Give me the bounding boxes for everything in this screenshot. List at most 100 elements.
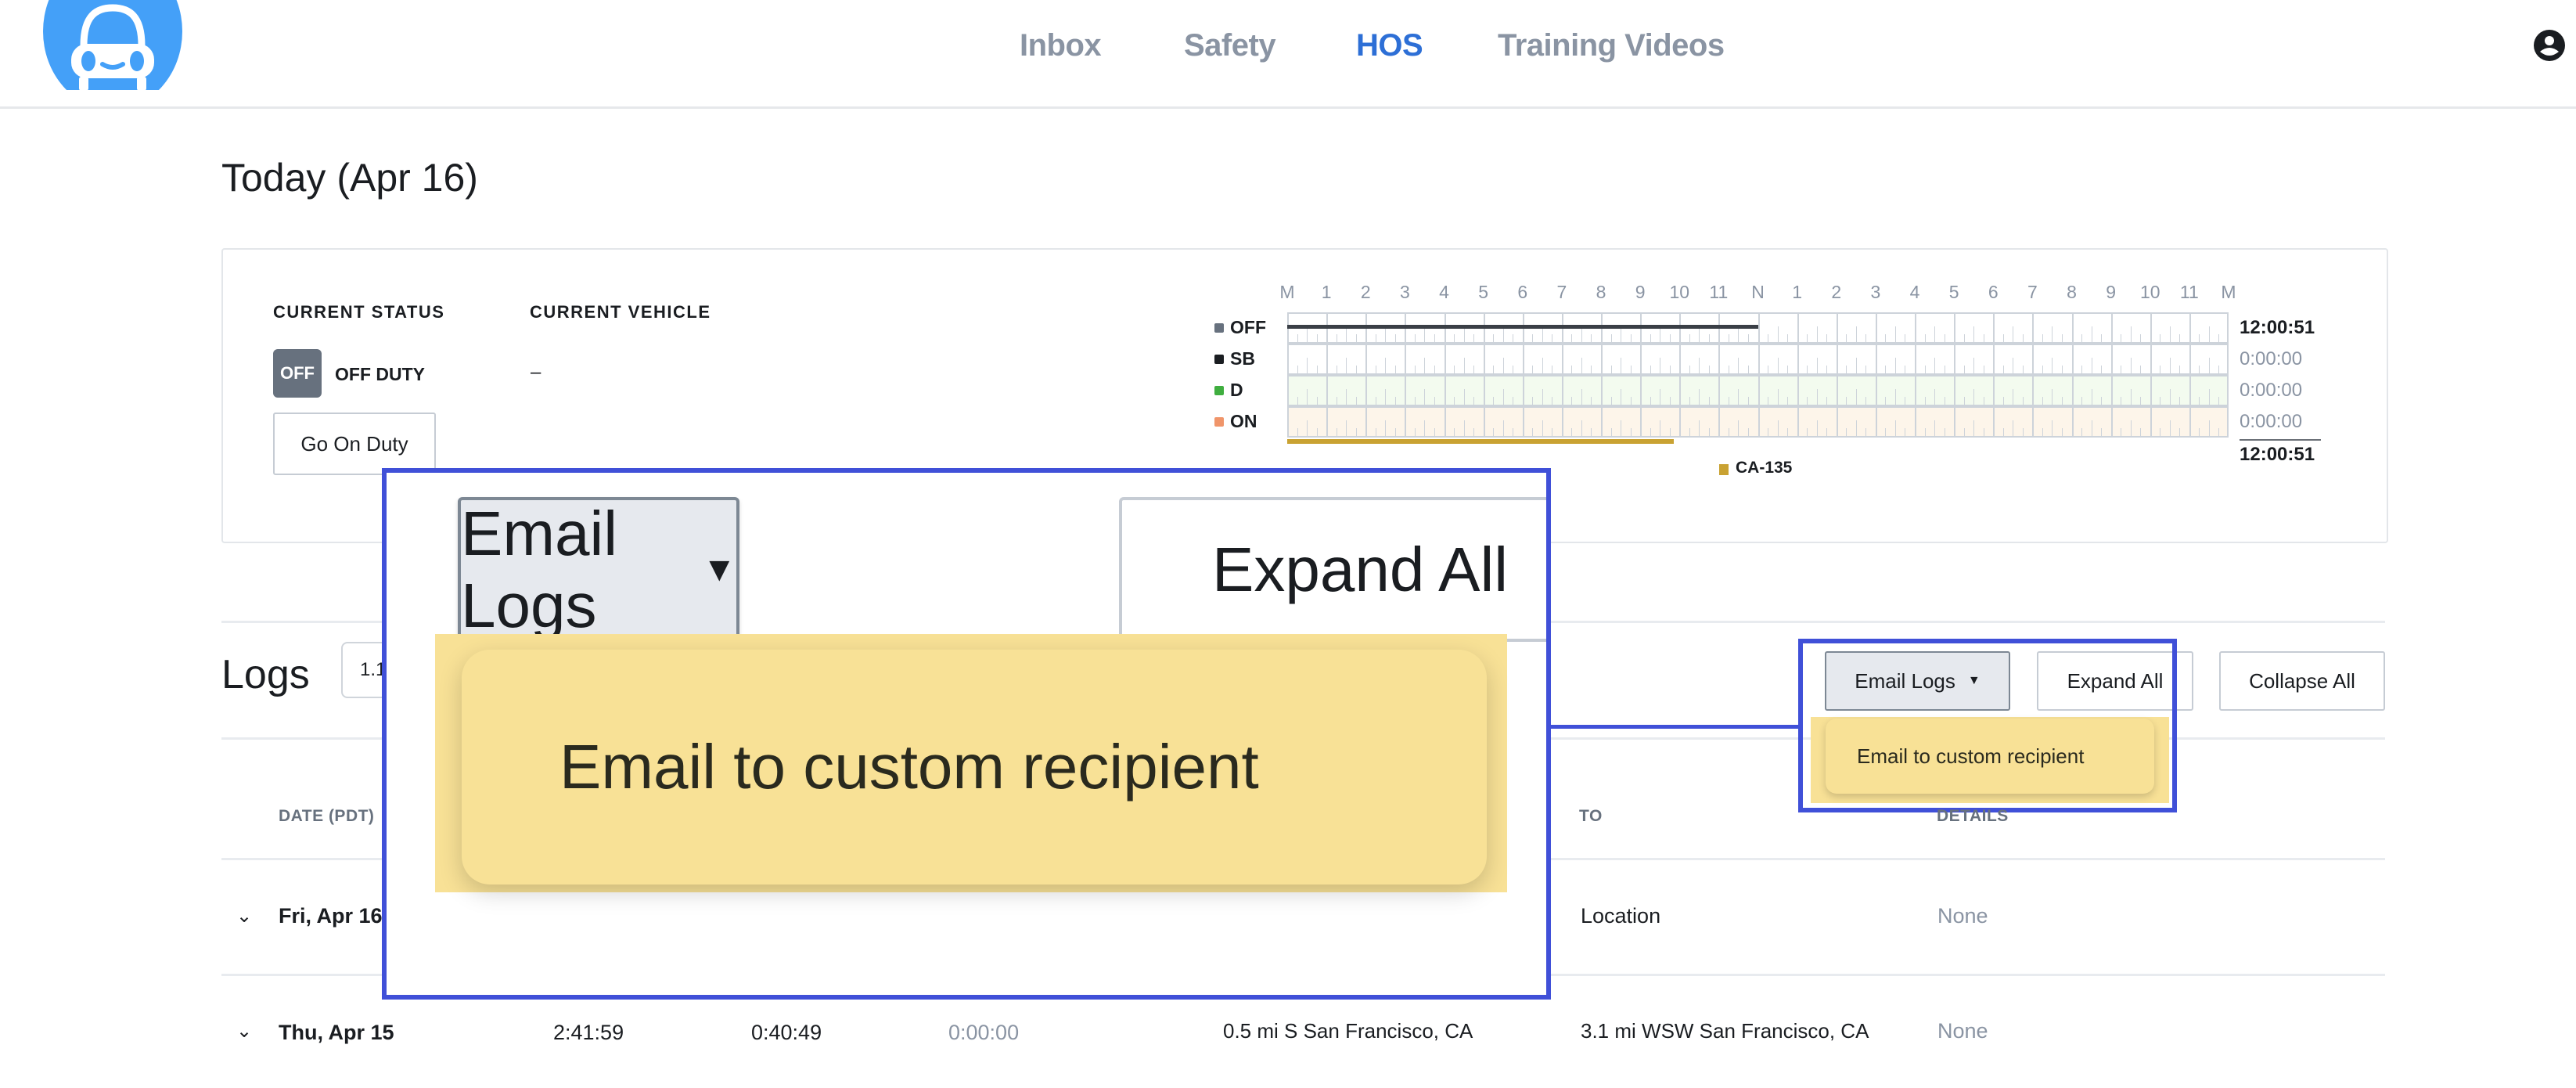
chevron-down-icon[interactable]: ⌄ [236,905,252,928]
quarter-tick [1787,366,1789,373]
quarter-tick [1454,366,1455,373]
quarter-tick [1934,420,1936,436]
nav-safety[interactable]: Safety [1184,28,1276,63]
hour-gridline [1875,406,1877,438]
quarter-tick [1434,428,1435,436]
hour-gridline [1365,344,1368,375]
row-date: Thu, Apr 15 [279,1021,394,1044]
legend-label-sb: SB [1230,348,1255,369]
hour-tick-label: 3 [1870,282,1881,302]
quarter-tick [2101,366,2103,373]
quarter-tick [1924,334,1926,342]
quarter-tick [1689,366,1690,373]
quarter-tick [1434,397,1435,405]
quarter-tick [1963,334,1965,342]
quarter-tick [2002,334,2004,342]
quarter-tick [1689,334,1690,342]
hour-gridline [1444,344,1446,375]
hour-gridline [2189,344,2191,375]
row-to: 3.1 mi WSW San Francisco, CA [1581,1019,1869,1043]
hour-gridline [2150,406,2152,438]
quarter-tick [1630,397,1632,405]
quarter-tick [1502,420,1504,436]
hour-gridline [1836,312,1838,344]
hour-gridline [1836,344,1838,375]
row-details: None [1937,1019,1988,1043]
quarter-tick [1610,428,1612,436]
highlight-box-small [1798,639,2177,812]
quarter-tick [1297,397,1298,405]
quarter-tick [1650,397,1651,405]
quarter-tick [2081,397,2083,405]
quarter-tick [1463,389,1465,405]
column-header-date: DATE (PDT) [279,807,375,825]
legend-dot-on [1214,417,1224,427]
quarter-tick [1463,358,1465,373]
hour-tick-label: 5 [1948,282,1959,302]
quarter-tick [1924,366,1926,373]
quarter-tick [1581,358,1582,373]
hour-tick-label: 2 [1831,282,1842,302]
quarter-tick [1777,358,1779,373]
hour-gridline [2110,312,2113,344]
hour-gridline [1561,344,1563,375]
hour-gridline [1797,375,1799,406]
quarter-tick [2199,334,2200,342]
quarter-tick [2218,428,2220,436]
nav-hos[interactable]: HOS [1356,28,1423,63]
quarter-tick [1630,334,1632,342]
quarter-tick [1355,428,1357,436]
quarter-tick [1777,420,1779,436]
quarter-tick [1502,358,1504,373]
total-underline [2240,439,2321,441]
hour-gridline [1836,375,1838,406]
quarter-tick [2169,420,2171,436]
hour-tick-label: 6 [1517,282,1528,302]
quarter-tick [1894,358,1896,373]
row-col3: 0:00:00 [948,1021,1020,1044]
car-logo-icon[interactable] [43,0,182,90]
hour-gridline [2071,406,2074,438]
chevron-down-icon[interactable]: ⌄ [236,1020,252,1043]
quarter-tick [1473,428,1475,436]
quarter-tick [1894,389,1896,405]
quarter-tick [1650,428,1651,436]
hour-tick-label: 2 [1360,282,1371,302]
quarter-tick [1738,358,1740,373]
quarter-tick [1865,334,1867,342]
hour-gridline [1718,406,1721,438]
hour-tick-label: 5 [1478,282,1489,302]
quarter-tick [1885,366,1887,373]
quarter-tick [1699,326,1700,342]
quarter-tick [1885,428,1887,436]
quarter-tick [2218,397,2220,405]
quarter-tick [1394,366,1396,373]
quarter-tick [1571,428,1573,436]
hour-gridline [1797,344,1799,375]
nav-inbox[interactable]: Inbox [1020,28,1102,63]
quarter-tick [1502,326,1504,342]
user-account-icon[interactable] [2532,28,2567,63]
quarter-tick [1297,428,1298,436]
quarter-tick [2140,334,2142,342]
quarter-tick [1394,397,1396,405]
hour-tick-label: 8 [1596,282,1606,302]
quarter-tick [1816,389,1818,405]
collapse-all-button[interactable]: Collapse All [2219,651,2385,711]
hour-gridline [1326,344,1329,375]
quarter-tick [1610,397,1612,405]
hour-gridline [1875,344,1877,375]
hour-gridline [1915,375,1916,406]
quarter-tick [1650,334,1651,342]
nav-training-videos[interactable]: Training Videos [1498,28,1725,63]
hour-gridline [1718,344,1721,375]
hour-gridline [2071,312,2074,344]
current-vehicle-value: – [531,362,541,383]
quarter-tick [1581,420,1582,436]
quarter-tick [1454,334,1455,342]
quarter-tick [1855,326,1857,342]
go-on-duty-button[interactable]: Go On Duty [273,413,436,475]
quarter-tick [2042,334,2043,342]
quarter-tick [1385,358,1387,373]
quarter-tick [1807,334,1808,342]
